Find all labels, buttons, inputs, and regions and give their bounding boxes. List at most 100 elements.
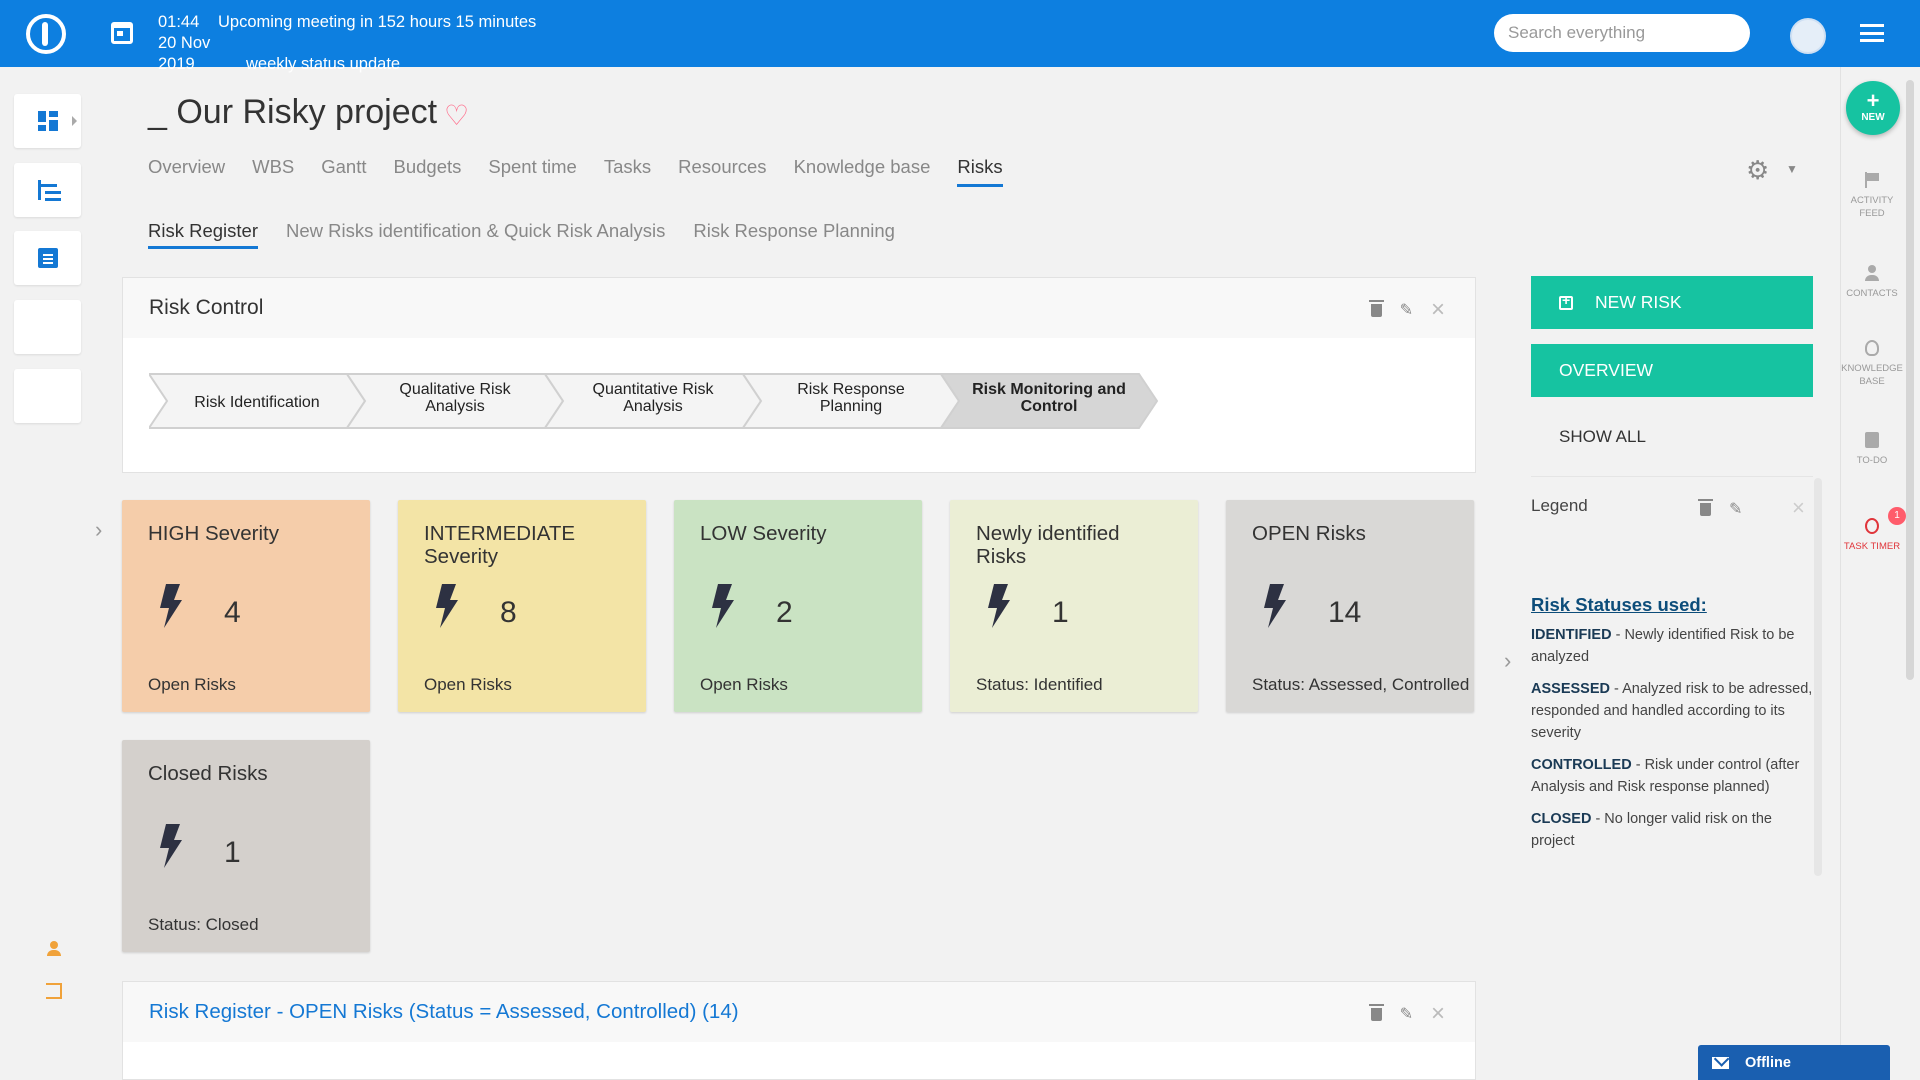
process-step-label: Planning — [820, 398, 882, 415]
lightbulb-icon — [1865, 340, 1879, 356]
todo-label: TO-DO — [1856, 455, 1888, 466]
status-definition: CONTROLLED - Risk under control (after A… — [1531, 754, 1815, 798]
pencil-icon[interactable]: ✎ — [1729, 499, 1742, 519]
statuses-heading: Risk Statuses used: — [1531, 594, 1707, 615]
tab-overview[interactable]: Overview — [148, 156, 225, 187]
risk-summary-tile[interactable]: OPEN Risks 14 Status: Assessed, Controlled — [1226, 500, 1474, 712]
lightning-bolt-icon — [436, 584, 458, 628]
tile-footer: Status: Closed — [148, 915, 259, 934]
lightning-bolt-icon — [712, 584, 734, 628]
knowledge-label-2: BASE — [1859, 376, 1885, 387]
tile-title: Newly identified Risks — [976, 522, 1120, 568]
add-user-icon[interactable] — [44, 941, 64, 957]
risk-control-panel: Risk Control ✎ × Risk Identification Qual… — [122, 277, 1476, 473]
chat-status-bar[interactable]: Offline — [1698, 1045, 1890, 1080]
menu-icon[interactable] — [1860, 24, 1884, 42]
top-bar: 01:44 Upcoming meeting in 152 hours 15 mi… — [0, 0, 1920, 73]
lightning-bolt-icon — [160, 824, 182, 868]
subtab-1[interactable]: New Risks identification & Quick Risk An… — [286, 220, 665, 249]
chevron-down-icon[interactable]: ▼ — [1786, 162, 1798, 176]
show-all-link[interactable]: SHOW ALL — [1559, 427, 1646, 447]
tab-spent-time[interactable]: Spent time — [488, 156, 576, 187]
tab-budgets[interactable]: Budgets — [394, 156, 462, 187]
tab-tasks[interactable]: Tasks — [604, 156, 651, 187]
activity-label-1: ACTIVITY — [1850, 195, 1894, 206]
overview-label: OVERVIEW — [1559, 360, 1654, 380]
risk-summary-tile[interactable]: HIGH Severity 4 Open Risks — [122, 500, 370, 712]
risk-summary-tile[interactable]: Newly identified Risks 1 Status: Identifie… — [950, 500, 1198, 712]
tab-wbs[interactable]: WBS — [252, 156, 294, 187]
flag-icon — [1865, 172, 1879, 188]
sidebar-clipboard-button[interactable] — [14, 231, 81, 285]
chat-status-label: Offline — [1745, 1054, 1791, 1071]
gear-icon[interactable]: ⚙ — [1746, 155, 1769, 186]
contacts-button[interactable]: CONTACTS — [1840, 265, 1904, 300]
risk-summary-tile[interactable]: INTERMEDIATE Severity 8 Open Risks — [398, 500, 646, 712]
risk-process-flow: Risk Identification Qualitative Risk Analy… — [147, 372, 1169, 437]
pencil-icon[interactable]: ✎ — [1400, 300, 1413, 320]
meeting-name: weekly status update — [246, 55, 401, 73]
meeting-reminder[interactable]: 01:44 Upcoming meeting in 152 hours 15 mi… — [158, 12, 536, 75]
chevron-right-icon[interactable]: › — [1504, 648, 1511, 674]
close-icon[interactable]: × — [1792, 497, 1805, 519]
panel-title-link[interactable]: Risk Register - OPEN Risks (Status = Ass… — [149, 1000, 739, 1024]
meeting-countdown: Upcoming meeting in 152 hours 15 minutes — [218, 13, 537, 31]
clipboard-icon — [38, 248, 58, 268]
legend-content: Risk Statuses used: IDENTIFIED - Newly i… — [1531, 594, 1815, 862]
new-risk-button[interactable]: NEW RISK — [1531, 276, 1813, 329]
sidebar-empty-button-1[interactable] — [14, 300, 81, 354]
favorite-heart-icon[interactable]: ♡ — [444, 102, 469, 130]
legend-scrollbar[interactable] — [1814, 478, 1822, 876]
subtab-0[interactable]: Risk Register — [148, 220, 258, 249]
new-risk-label: NEW RISK — [1595, 292, 1682, 312]
status-definition: IDENTIFIED - Newly identified Risk to be… — [1531, 624, 1815, 668]
activity-feed-button[interactable]: ACTIVITY FEED — [1840, 172, 1904, 220]
sidebar-empty-button-2[interactable] — [14, 369, 81, 423]
person-icon — [1865, 265, 1879, 281]
risk-summary-tile[interactable]: Closed Risks 1 Status: Closed — [122, 740, 370, 952]
mail-icon — [1712, 1056, 1729, 1069]
app-logo[interactable] — [26, 14, 66, 54]
page-scrollbar[interactable] — [1906, 80, 1914, 680]
pencil-icon[interactable]: ✎ — [1400, 1004, 1413, 1024]
trash-icon[interactable] — [1698, 498, 1713, 516]
todo-button[interactable]: TO-DO — [1840, 432, 1904, 467]
trash-icon[interactable] — [1368, 299, 1384, 317]
panel-header: Risk Register - OPEN Risks (Status = Ass… — [123, 982, 1475, 1042]
tile-count: 2 — [776, 596, 793, 629]
alarm-clock-icon — [1865, 518, 1879, 534]
search-input[interactable] — [1494, 14, 1750, 52]
tab-gantt[interactable]: Gantt — [321, 156, 366, 187]
overview-button[interactable]: OVERVIEW — [1531, 344, 1813, 397]
close-icon[interactable]: × — [1431, 298, 1445, 322]
tab-knowledge-base[interactable]: Knowledge base — [794, 156, 931, 187]
divider — [1531, 476, 1813, 477]
user-avatar[interactable] — [1790, 18, 1826, 54]
chevron-right-icon[interactable]: › — [95, 517, 102, 543]
trash-icon[interactable] — [1368, 1003, 1384, 1021]
new-button[interactable]: + NEW — [1846, 81, 1900, 135]
contacts-label: CONTACTS — [1846, 288, 1898, 299]
status-name: IDENTIFIED — [1531, 627, 1612, 643]
knowledge-base-button[interactable]: KNOWLEDGE BASE — [1840, 340, 1904, 388]
close-icon[interactable]: × — [1431, 1002, 1445, 1026]
panel-title: Risk Control — [149, 296, 264, 319]
subtab-2[interactable]: Risk Response Planning — [693, 220, 895, 249]
sidebar-tree-button[interactable] — [14, 163, 81, 217]
risk-summary-tile[interactable]: LOW Severity 2 Open Risks — [674, 500, 922, 712]
dashboard-icon — [38, 111, 58, 131]
sidebar-dashboard-button[interactable] — [14, 94, 81, 148]
risk-register-panel: Risk Register - OPEN Risks (Status = Ass… — [122, 981, 1476, 1080]
sign-in-icon[interactable] — [46, 983, 62, 999]
tile-footer: Status: Assessed, Controlled — [1252, 675, 1470, 694]
process-step: Qualitative RiskAnalysis — [345, 373, 565, 429]
process-step-label: Control — [1021, 398, 1078, 415]
process-step-label: Risk Identification — [194, 394, 319, 411]
status-name: ASSESSED — [1531, 681, 1610, 697]
calendar-icon[interactable] — [111, 22, 133, 44]
tab-resources[interactable]: Resources — [678, 156, 766, 187]
tab-risks[interactable]: Risks — [957, 156, 1003, 187]
process-step-label: Analysis — [623, 398, 683, 415]
task-timer-label: TASK TIMER — [1843, 541, 1901, 552]
lightning-bolt-icon — [1264, 584, 1286, 628]
